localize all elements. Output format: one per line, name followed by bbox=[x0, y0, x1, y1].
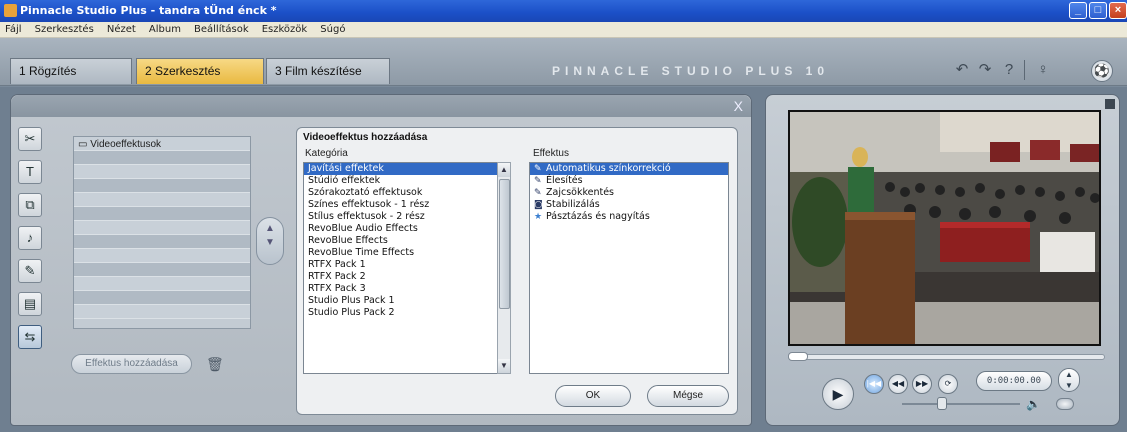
disc-menu-tool-icon[interactable]: ✎ bbox=[18, 259, 42, 283]
stabilize-icon: ◙ bbox=[534, 200, 543, 210]
volume-track[interactable] bbox=[902, 403, 1020, 405]
menu-tools[interactable]: Eszközök bbox=[257, 22, 313, 35]
effect-listbox[interactable]: ✎ Automatikus színkorrekció ✎ Élesítés ✎ Za… bbox=[529, 162, 729, 374]
wand-icon: ✎ bbox=[534, 164, 542, 174]
category-item[interactable]: RevoBlue Audio Effects bbox=[304, 223, 500, 235]
title-tool-icon[interactable]: T bbox=[18, 160, 42, 184]
menu-bar: Fájl Szerkesztés Nézet Album Beállítások… bbox=[0, 22, 1127, 38]
add-effect-button[interactable]: Effektus hozzáadása bbox=[71, 354, 192, 374]
volume-ball-icon[interactable] bbox=[1056, 398, 1074, 410]
fullscreen-icon[interactable] bbox=[1105, 99, 1115, 109]
go-to-start-button[interactable]: |◀◀ bbox=[864, 374, 884, 394]
scroll-down-icon[interactable]: ▼ bbox=[498, 359, 510, 373]
tab-capture[interactable]: 1 Rögzítés bbox=[10, 58, 132, 84]
video-preview bbox=[788, 110, 1101, 346]
category-item[interactable]: RevoBlue Effects bbox=[304, 235, 500, 247]
wand-icon: ✎ bbox=[534, 176, 542, 186]
video-tool-icon[interactable]: ✂ bbox=[18, 127, 42, 151]
loop-button[interactable]: ⟳ bbox=[938, 374, 958, 394]
effect-item[interactable]: ✎ Automatikus színkorrekció bbox=[530, 163, 728, 175]
album-top-band bbox=[11, 95, 751, 117]
audio-tool-icon[interactable]: ♪ bbox=[18, 226, 42, 250]
tool-column: ✂ T ⧉ ♪ ✎ ▤ ⇆ bbox=[18, 127, 44, 358]
category-item[interactable]: RevoBlue Time Effects bbox=[304, 247, 500, 259]
photo-tool-icon[interactable]: ⧉ bbox=[18, 193, 42, 217]
video-frame-image bbox=[790, 112, 1099, 344]
menu-view[interactable]: Nézet bbox=[102, 22, 141, 35]
menu-help[interactable]: Súgó bbox=[315, 22, 350, 35]
maximize-button[interactable]: □ bbox=[1089, 2, 1107, 19]
album-scroll-knob[interactable]: ▲ ▼ bbox=[256, 217, 284, 265]
help-icon[interactable]: ? bbox=[999, 60, 1019, 80]
star-icon: ★ bbox=[534, 212, 543, 222]
effect-label: Effektus bbox=[533, 148, 569, 159]
category-item[interactable]: RTFX Pack 2 bbox=[304, 271, 500, 283]
film-icon: ▭ bbox=[78, 139, 91, 150]
effect-item[interactable]: ★ Pásztázás és nagyítás bbox=[530, 211, 728, 223]
rewind-button[interactable]: ◀◀ bbox=[888, 374, 908, 394]
menu-file[interactable]: Fájl bbox=[0, 22, 27, 35]
timecode-spinner[interactable]: ▲ ▼ bbox=[1058, 368, 1080, 392]
header-divider bbox=[1024, 60, 1025, 80]
category-item[interactable]: Studio Plus Pack 2 bbox=[304, 307, 500, 319]
category-item[interactable]: RTFX Pack 3 bbox=[304, 283, 500, 295]
volume-knob[interactable] bbox=[937, 397, 947, 410]
timecode-display[interactable]: 0:00:00.00 bbox=[976, 371, 1052, 391]
effect-item[interactable]: ◙ Stabilizálás bbox=[530, 199, 728, 211]
dialog-title: Videoeffektus hozzáadása bbox=[303, 132, 428, 143]
info-icon[interactable]: ♀ bbox=[1033, 60, 1053, 80]
brand-label: PINNACLE STUDIO PLUS 10 bbox=[552, 64, 830, 78]
window-title: Pinnacle Studio Plus - tandra tÜnd énck … bbox=[20, 4, 277, 17]
undo-icon[interactable]: ↶ bbox=[952, 60, 972, 80]
tab-edit[interactable]: 2 Szerkesztés bbox=[136, 58, 264, 84]
redo-icon[interactable]: ↷ bbox=[975, 60, 995, 80]
scroll-up-icon[interactable]: ▲ bbox=[498, 163, 510, 177]
transition-tool-icon[interactable]: ▤ bbox=[18, 292, 42, 316]
speaker-icon[interactable]: 🔈 bbox=[1026, 397, 1041, 411]
effect-item[interactable]: ✎ Élesítés bbox=[530, 175, 728, 187]
effects-tool-icon[interactable]: ⇆ bbox=[18, 325, 42, 349]
effects-list bbox=[73, 136, 251, 329]
fast-forward-button[interactable]: ▶▶ bbox=[912, 374, 932, 394]
menu-album[interactable]: Album bbox=[144, 22, 186, 35]
play-button[interactable]: ▶ bbox=[822, 378, 854, 410]
category-item[interactable]: Stúdió effektek bbox=[304, 175, 500, 187]
menu-edit[interactable]: Szerkesztés bbox=[30, 22, 99, 35]
effects-header-label: Videoeffektusok bbox=[90, 139, 162, 150]
effect-item[interactable]: ✎ Zajcsökkentés bbox=[530, 187, 728, 199]
category-label: Kategória bbox=[305, 148, 348, 159]
ok-button[interactable]: OK bbox=[555, 385, 631, 407]
category-scrollbar[interactable]: ▲ ▼ bbox=[497, 162, 511, 374]
category-item[interactable]: Javítási effektek bbox=[304, 163, 500, 175]
close-button[interactable]: × bbox=[1109, 2, 1127, 19]
effects-header: ▭ Videoeffektusok bbox=[78, 139, 161, 150]
category-item[interactable]: Stílus effektusok - 2 rész bbox=[304, 211, 500, 223]
app-icon bbox=[4, 4, 17, 17]
minimize-button[interactable]: _ bbox=[1069, 2, 1087, 19]
album-close-icon[interactable]: X bbox=[734, 98, 743, 114]
premium-ball-icon[interactable]: ⚽ bbox=[1091, 60, 1113, 82]
add-video-effect-dialog: Videoeffektus hozzáadása Kategória Effek… bbox=[296, 127, 738, 415]
timeline-scrubber[interactable] bbox=[788, 354, 1105, 360]
category-item[interactable]: Studio Plus Pack 1 bbox=[304, 295, 500, 307]
category-item[interactable]: Színes effektusok - 1 rész bbox=[304, 199, 500, 211]
category-item[interactable]: RTFX Pack 1 bbox=[304, 259, 500, 271]
tab-make-movie[interactable]: 3 Film készítése bbox=[266, 58, 390, 84]
wand-icon: ✎ bbox=[534, 188, 542, 198]
trash-icon[interactable]: 🗑 bbox=[206, 356, 224, 372]
menu-settings[interactable]: Beállítások bbox=[189, 22, 254, 35]
title-bar: Pinnacle Studio Plus - tandra tÜnd énck … bbox=[0, 0, 1127, 22]
category-item[interactable]: Szórakoztató effektusok bbox=[304, 187, 500, 199]
cancel-button[interactable]: Mégse bbox=[647, 385, 729, 407]
category-listbox[interactable]: Javítási effektek Stúdió effektek Szórak… bbox=[303, 162, 501, 374]
mode-tab-strip: 1 Rögzítés 2 Szerkesztés 3 Film készítés… bbox=[0, 38, 1127, 86]
scrubber-handle[interactable] bbox=[788, 352, 808, 361]
scroll-thumb[interactable] bbox=[499, 179, 510, 309]
